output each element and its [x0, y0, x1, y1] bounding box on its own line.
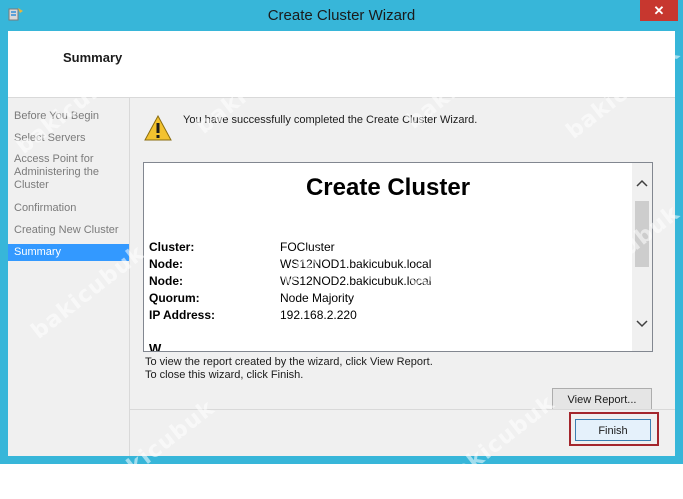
wizard-header: Summary [8, 31, 675, 98]
close-icon: ✕ [653, 3, 665, 18]
wizard-content: You have successfully completed the Crea… [130, 98, 675, 410]
report-key: Node: [149, 274, 183, 288]
report-body: Create Cluster Cluster: FOCluster Node: … [144, 163, 632, 351]
report-value: FOCluster [280, 240, 335, 254]
report-row-cluster: Cluster: FOCluster [149, 240, 629, 256]
instruction-line-finish: To close this wizard, click Finish. [145, 369, 304, 381]
close-button[interactable]: ✕ [640, 0, 678, 21]
instruction-line-view: To view the report created by the wizard… [145, 356, 433, 368]
report-key: Cluster: [149, 240, 195, 254]
report-title: Create Cluster [305, 174, 471, 201]
finish-button[interactable]: Finish [575, 419, 651, 441]
report-row-quorum: Quorum: Node Majority [149, 291, 629, 307]
report-partial-heading: W [149, 341, 162, 351]
nav-item-access-point[interactable]: Access Point for Administering the Clust… [8, 153, 129, 192]
summary-report[interactable]: Create Cluster Cluster: FOCluster Node: … [143, 162, 653, 352]
report-row-node-1: Node: WS12NOD1.bakicubuk.local [149, 257, 629, 273]
report-key: Node: [149, 257, 183, 271]
footer-divider [130, 409, 675, 410]
window-frame: Create Cluster Wizard ✕ Summary Before Y… [0, 0, 683, 464]
nav-item-before-you-begin[interactable]: Before You Begin [8, 110, 129, 123]
nav-item-summary[interactable]: Summary [8, 244, 129, 261]
nav-item-creating-new-cluster[interactable]: Creating New Cluster [8, 224, 129, 237]
nav-item-confirmation[interactable]: Confirmation [8, 202, 129, 215]
report-row-node-2: Node: WS12NOD2.bakicubuk.local [149, 274, 629, 290]
nav-item-select-servers[interactable]: Select Servers [8, 132, 129, 145]
instruction-text: To view the report created by the wizard… [145, 356, 433, 382]
wizard-client-area: Summary Before You Begin Select Servers … [8, 31, 675, 456]
page-title: Summary [63, 50, 123, 65]
report-value: WS12NOD2.bakicubuk.local [280, 274, 432, 288]
window-title: Create Cluster Wizard [267, 7, 416, 24]
scroll-thumb[interactable] [635, 201, 649, 267]
warning-icon [144, 114, 172, 146]
report-value: Node Majority [280, 291, 355, 305]
title-bar[interactable]: Create Cluster Wizard ✕ [0, 0, 683, 31]
report-row-ip-address: IP Address: 192.168.2.220 [149, 308, 629, 324]
scroll-up-icon[interactable] [632, 177, 652, 194]
report-value: 192.168.2.220 [280, 308, 357, 322]
report-value: WS12NOD1.bakicubuk.local [280, 257, 432, 271]
wizard-steps-nav: Before You Begin Select Servers Access P… [8, 98, 130, 456]
report-key: IP Address: [149, 308, 216, 322]
status-message: You have successfully completed the Crea… [183, 114, 478, 126]
scroll-down-icon[interactable] [632, 318, 652, 335]
view-report-button[interactable]: View Report... [552, 388, 652, 410]
report-scrollbar[interactable] [632, 163, 652, 351]
report-key: Quorum: [149, 291, 200, 305]
